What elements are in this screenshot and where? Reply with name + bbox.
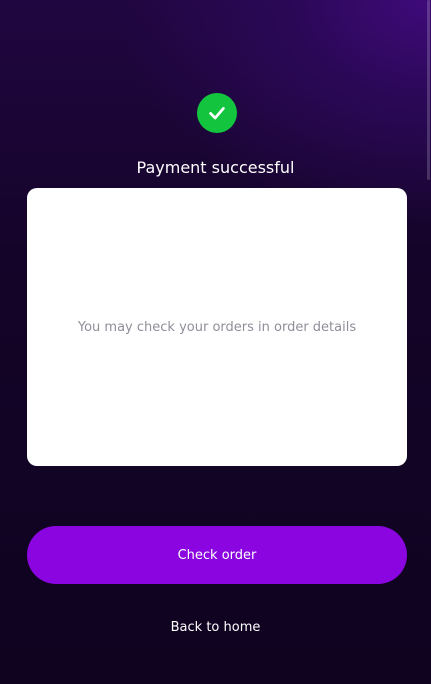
payment-success-screen: Payment successful You may check your or…: [0, 0, 431, 684]
checkmark-icon: [209, 107, 225, 120]
scrollbar[interactable]: [427, 0, 430, 180]
card-message: You may check your orders in order detai…: [77, 319, 357, 335]
info-card: You may check your orders in order detai…: [27, 188, 407, 466]
page-title: Payment successful: [136, 158, 295, 177]
back-to-home-link[interactable]: Back to home: [0, 618, 431, 638]
check-order-button[interactable]: Check order: [27, 526, 407, 584]
check-circle-icon: [197, 93, 237, 133]
